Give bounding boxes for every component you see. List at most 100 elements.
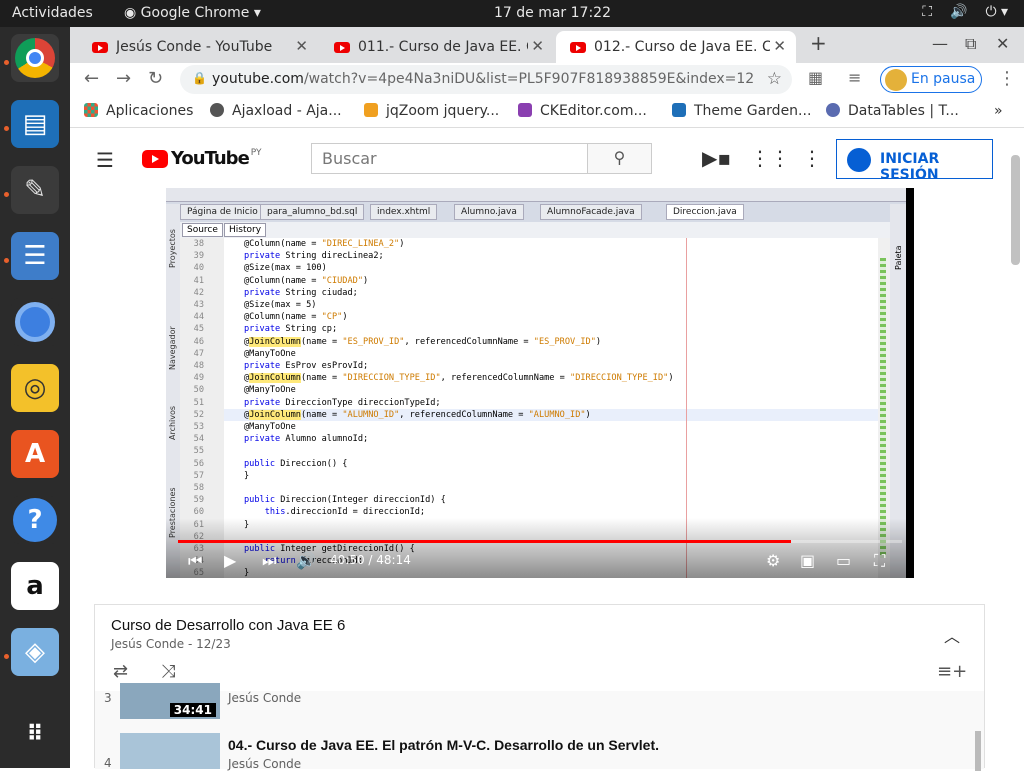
- back-button[interactable]: ←: [84, 68, 99, 89]
- system-topbar: Actividades ◉ Google Chrome ▾ 17 de mar …: [0, 0, 1024, 27]
- code-line: private EsProv esProvId;: [244, 361, 369, 371]
- ckeditor-icon: [518, 103, 532, 117]
- add-to-playlist-icon[interactable]: ≡+: [937, 661, 967, 682]
- side-label: Archivos: [168, 405, 177, 440]
- show-apps-icon[interactable]: ⠿: [11, 710, 59, 758]
- playlist-title[interactable]: Curso de Desarrollo con Java EE 6: [111, 617, 345, 634]
- line-number: 46: [193, 336, 204, 347]
- playlist-item[interactable]: 3 34:41 Jesús Conde: [95, 683, 984, 735]
- bookmark-jqzoom[interactable]: jqZoom jquery...: [364, 103, 499, 119]
- tab-jesus-conde[interactable]: Jesús Conde - YouTube ✕: [78, 31, 318, 63]
- bookmark-apps[interactable]: Aplicaciones: [84, 103, 193, 119]
- apps-grid-icon: [84, 103, 98, 117]
- settings-gear-icon[interactable]: ⚙: [766, 551, 780, 570]
- clock[interactable]: 17 de mar 17:22: [494, 5, 611, 21]
- minimize-button[interactable]: —: [932, 34, 948, 53]
- youtube-favicon-icon: [570, 41, 586, 53]
- fullscreen-icon[interactable]: ⛶: [874, 551, 885, 571]
- search-input[interactable]: Buscar: [311, 143, 588, 174]
- playlist-item[interactable]: 4 04.- Curso de Java EE. El patrón M-V-C…: [95, 733, 984, 777]
- avatar: [885, 69, 907, 91]
- miniplayer-icon[interactable]: ▣: [800, 551, 815, 570]
- amazon-icon[interactable]: a: [11, 562, 59, 610]
- tab-012-active[interactable]: 012.- Curso de Java EE. Cr ✕: [556, 31, 796, 63]
- palette-label: Paleta: [894, 245, 903, 270]
- youtube-play-icon: [142, 149, 168, 168]
- apps-grid-icon[interactable]: ⋮⋮: [750, 146, 790, 170]
- chrome-menu-icon[interactable]: ⋮: [998, 68, 1016, 89]
- close-tab-icon[interactable]: ✕: [773, 37, 786, 55]
- country-code: PY: [250, 147, 262, 158]
- code-line: private String ciudad;: [244, 287, 358, 298]
- media-queue-icon[interactable]: ≡: [848, 68, 861, 87]
- help-icon[interactable]: ?: [11, 496, 59, 544]
- collapse-chevron-icon[interactable]: ︿: [944, 623, 960, 647]
- video-player[interactable]: Proyectos Navegador Archivos Prestacione…: [166, 188, 914, 578]
- hamburger-menu-icon[interactable]: ☰: [96, 148, 114, 172]
- search-button[interactable]: ⚲: [587, 143, 652, 174]
- virtualbox-icon[interactable]: ◈: [11, 628, 59, 676]
- item-index: 3: [104, 691, 112, 705]
- code-line: this.direccionId = direccionId;: [264, 507, 426, 518]
- bookmark-theme-garden[interactable]: Theme Garden...: [672, 103, 811, 119]
- close-window-button[interactable]: ✕: [996, 34, 1009, 53]
- youtube-favicon-icon: [92, 41, 108, 53]
- bookmark-ajaxload[interactable]: Ajaxload - Aja...: [210, 103, 342, 119]
- page-scrollbar[interactable]: [1011, 155, 1020, 265]
- youtube-header: ☰ YouTube PY Buscar ⚲ ▶▪ ⋮⋮ ⋮ INICIAR SES…: [70, 128, 1024, 188]
- new-tab-button[interactable]: +: [810, 31, 827, 55]
- bookmark-ckeditor[interactable]: CKEditor.com...: [518, 103, 647, 119]
- address-bar[interactable]: 🔒 youtube.com/watch?v=4pe4Na3niDU&list=P…: [180, 65, 792, 94]
- time-display: 40:50 / 48:14: [330, 553, 411, 567]
- playlist-scrollbar[interactable]: [975, 731, 981, 771]
- code-line: @Column(name = "CIUDAD"): [244, 275, 369, 286]
- file-manager-icon[interactable]: ☰: [11, 232, 59, 280]
- tab-011[interactable]: 011.- Curso de Java EE. Cr ✕: [320, 31, 554, 63]
- chromium-icon[interactable]: [11, 298, 59, 346]
- signin-button[interactable]: INICIAR SESIÓN: [836, 139, 993, 183]
- app-menu[interactable]: ◉ Google Chrome ▾: [124, 5, 261, 21]
- line-number: 58: [193, 483, 204, 493]
- system-tray[interactable]: ⛶ 🔊 ⏻ ▾: [922, 4, 1008, 20]
- profile-paused-button[interactable]: En pausa: [880, 66, 982, 93]
- play-icon[interactable]: ▶: [224, 551, 236, 570]
- line-number: 40: [193, 263, 204, 274]
- youtube-logo[interactable]: YouTube PY: [142, 148, 262, 169]
- extension-icon[interactable]: ▦: [808, 68, 823, 87]
- theater-mode-icon[interactable]: ▭: [836, 551, 851, 570]
- chrome-icon[interactable]: [11, 34, 59, 82]
- progress-bar[interactable]: [178, 540, 902, 543]
- restore-button[interactable]: ⧉: [965, 34, 976, 54]
- close-tab-icon[interactable]: ✕: [295, 37, 308, 55]
- code-line: private DireccionType direccionTypeId;: [244, 397, 441, 408]
- previous-icon[interactable]: ⏮: [188, 551, 202, 571]
- line-number: 50: [193, 385, 204, 396]
- side-label: Navegador: [168, 326, 177, 370]
- bookmark-datatables[interactable]: DataTables | T...: [826, 103, 959, 119]
- code-line: @Column(name = "DIREC_LINEA_2"): [244, 239, 405, 249]
- software-store-icon[interactable]: A: [11, 430, 59, 478]
- code-line: @JoinColumn(name = "DIRECCION_TYPE_ID", …: [244, 373, 674, 384]
- ide-file-tab: para_alumno_bd.sql: [260, 204, 365, 220]
- document-viewer-icon[interactable]: ▤: [11, 100, 59, 148]
- bookmarks-overflow-icon[interactable]: »: [994, 103, 1003, 119]
- bookmark-label: DataTables | T...: [848, 103, 959, 119]
- running-indicator: [4, 258, 9, 263]
- bookmark-star-icon[interactable]: ☆: [767, 69, 782, 89]
- create-video-icon[interactable]: ▶▪: [702, 146, 731, 170]
- next-icon[interactable]: ⏭: [262, 551, 276, 571]
- volume-icon[interactable]: 🔊: [296, 551, 316, 570]
- video-thumbnail: [120, 733, 220, 769]
- side-label: Proyectos: [168, 229, 177, 268]
- settings-menu-icon[interactable]: ⋮: [802, 146, 822, 170]
- reload-button[interactable]: ↻: [148, 68, 163, 89]
- image-editor-icon[interactable]: ✎: [11, 166, 59, 214]
- activities-button[interactable]: Actividades: [12, 5, 93, 21]
- code-line: @Size(max = 100): [244, 263, 327, 274]
- shuffle-icon[interactable]: ⤨: [161, 661, 175, 682]
- rhythmbox-icon[interactable]: ◎: [11, 364, 59, 412]
- globe-icon: [210, 103, 224, 117]
- forward-button[interactable]: →: [116, 68, 131, 89]
- close-tab-icon[interactable]: ✕: [531, 37, 544, 55]
- loop-icon[interactable]: ⇄: [113, 661, 128, 682]
